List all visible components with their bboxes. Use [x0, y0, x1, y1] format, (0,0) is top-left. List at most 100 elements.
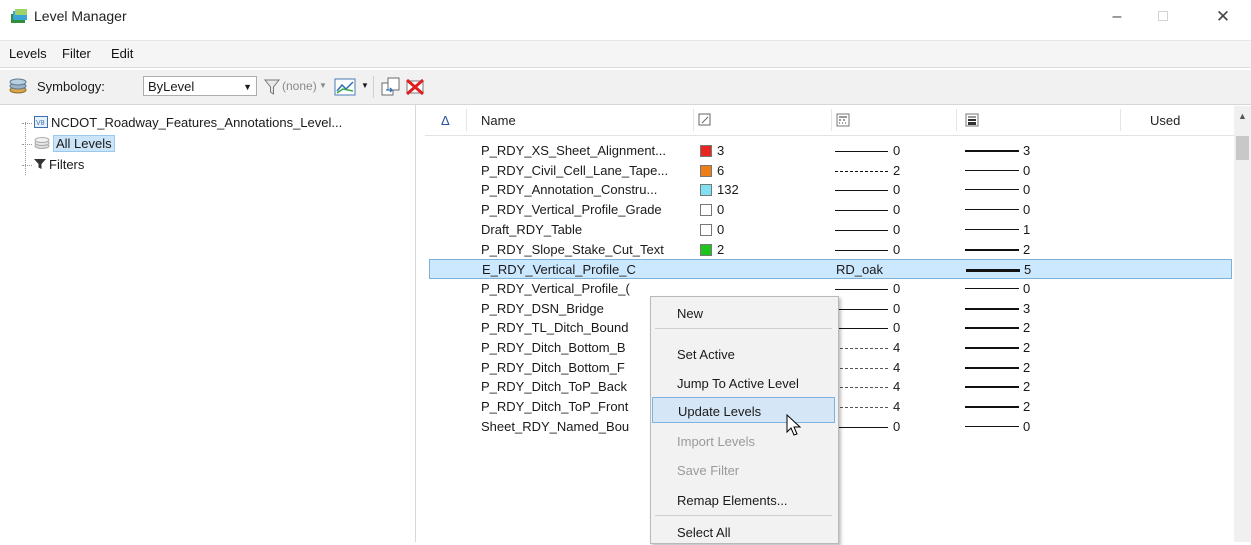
menu-item-label: Save Filter — [677, 463, 740, 478]
menu-item-label: Remap Elements... — [677, 493, 788, 508]
menu-item-label: Update Levels — [678, 404, 762, 419]
symbology-label: Symbology: — [37, 79, 105, 94]
delete-levels-icon[interactable] — [404, 77, 426, 97]
toolbar: Symbology: ByLevel ▼ (none) ▼ ▼ — [0, 70, 1251, 105]
minimize-button[interactable]: – — [1095, 4, 1139, 30]
line-style-value: 0 — [893, 143, 901, 158]
line-style-value: 2 — [893, 162, 901, 178]
table-row[interactable]: Draft_RDY_Table 0 0 1 — [425, 220, 1235, 240]
menu-item-new[interactable]: New — [652, 300, 835, 326]
color-number: 2 — [717, 241, 725, 257]
mouse-cursor-icon — [786, 414, 802, 436]
menu-edit[interactable]: Edit — [111, 46, 133, 61]
line-style-value: 0 — [893, 221, 901, 237]
column-used[interactable]: Used — [1150, 113, 1180, 128]
menu-item-select-all[interactable]: Select All — [652, 519, 835, 545]
menu-item-remap-elements[interactable]: Remap Elements... — [652, 487, 835, 513]
tree-item-filters[interactable]: Filters — [22, 155, 84, 175]
attributes-icon[interactable] — [334, 77, 356, 97]
menu-item-set-active[interactable]: Set Active — [652, 341, 835, 367]
level-tree-pane: V8 NCDOT_Roadway_Features_Annotations_Lev… — [0, 105, 416, 542]
update-levels-icon[interactable] — [381, 77, 401, 97]
menu-item-jump-to-active-level[interactable]: Jump To Active Level — [652, 370, 835, 396]
tree-branch-line — [22, 144, 32, 146]
table-row[interactable]: P_RDY_Slope_Stake_Cut_Text 2 0 2 — [425, 240, 1235, 260]
menu-separator — [655, 515, 832, 516]
all-levels-icon — [34, 137, 50, 149]
level-name: Sheet_RDY_Named_Bou — [481, 418, 630, 434]
line-style-value: 0 — [893, 241, 901, 257]
toolbar-separator — [373, 76, 374, 98]
line-style-sample — [835, 288, 888, 290]
line-weight-sample — [966, 269, 1020, 273]
line-weight-column-icon[interactable] — [965, 113, 979, 127]
line-style-sample — [835, 407, 888, 409]
level-name: P_RDY_Ditch_ToP_Front — [481, 399, 629, 415]
tree-root[interactable]: V8 NCDOT_Roadway_Features_Annotations_Lev… — [22, 113, 342, 133]
line-style-sample — [835, 328, 888, 330]
line-weight-sample — [965, 228, 1019, 230]
attributes-chevron-down-icon[interactable]: ▼ — [361, 81, 369, 90]
color-swatch — [700, 223, 712, 236]
line-style-sample — [835, 210, 888, 212]
tree-item-label: All Levels — [53, 135, 115, 152]
menu-item-import-levels[interactable]: Import Levels — [652, 428, 835, 454]
line-weight-sample — [965, 287, 1019, 289]
line-weight-sample — [965, 425, 1019, 427]
filter-icon[interactable] — [264, 78, 280, 96]
vertical-scrollbar[interactable]: ▲ — [1234, 106, 1251, 542]
scroll-thumb[interactable] — [1236, 136, 1249, 160]
line-weight-sample — [965, 386, 1019, 389]
table-row[interactable]: P_RDY_Vertical_Profile_Grade 0 0 0 — [425, 200, 1235, 220]
column-name[interactable]: Name — [481, 113, 516, 128]
line-weight-sample — [965, 347, 1019, 349]
line-weight-value: 5 — [1024, 262, 1032, 278]
color-swatch — [700, 204, 712, 217]
level-color: 132 — [700, 182, 739, 197]
level-color: 6 — [700, 163, 724, 178]
line-weight-value: 0 — [1023, 418, 1031, 434]
menu-item-label: Select All — [677, 525, 731, 540]
line-style-value: 4 — [893, 399, 901, 415]
level-color: 0 — [700, 202, 724, 217]
close-button[interactable]: ✕ — [1201, 4, 1245, 30]
line-style-value: 4 — [893, 359, 901, 375]
line-style-sample — [835, 308, 888, 310]
line-weight-value: 0 — [1023, 202, 1031, 218]
line-weight-sample — [965, 327, 1019, 330]
chevron-down-icon: ▼ — [243, 82, 252, 92]
symbology-dropdown[interactable]: ByLevel ▼ — [143, 76, 257, 96]
menu-filter[interactable]: Filter — [62, 46, 91, 61]
color-number: 0 — [717, 202, 725, 218]
color-swatch — [700, 145, 712, 157]
menu-item-update-levels[interactable]: Update Levels — [652, 397, 835, 423]
menu-item-save-filter[interactable]: Save Filter — [652, 457, 835, 483]
color-column-icon[interactable] — [698, 113, 712, 127]
line-weight-sample — [965, 189, 1019, 191]
table-row[interactable]: P_RDY_Civil_Cell_Lane_Tape... 6 2 0 — [425, 161, 1235, 181]
line-style-sample — [835, 426, 888, 428]
line-style-sample — [835, 229, 888, 231]
level-display-icon[interactable] — [8, 78, 28, 96]
level-name: P_RDY_DSN_Bridge — [481, 300, 604, 316]
sort-indicator-icon[interactable]: Δ — [441, 113, 450, 128]
filter-value[interactable]: (none) — [282, 79, 317, 93]
level-name: P_RDY_XS_Sheet_Alignment... — [481, 143, 666, 158]
line-style-column-icon[interactable] — [836, 113, 850, 127]
line-style-value: 0 — [893, 182, 901, 198]
table-row[interactable]: P_RDY_Annotation_Constru... 132 0 0 — [425, 180, 1235, 200]
filter-chevron-down-icon[interactable]: ▼ — [319, 81, 327, 90]
line-weight-value: 1 — [1023, 221, 1031, 237]
line-weight-value: 3 — [1023, 143, 1031, 158]
line-weight-sample — [965, 406, 1019, 409]
tree-branch-line — [22, 123, 32, 125]
scroll-up-icon[interactable]: ▲ — [1238, 111, 1247, 121]
level-name: P_RDY_Vertical_Profile_( — [481, 280, 630, 296]
menu-item-label: Set Active — [677, 347, 735, 362]
level-name: E_RDY_Vertical_Profile_C — [482, 262, 636, 278]
table-row[interactable]: P_RDY_XS_Sheet_Alignment... 3 0 3 — [425, 141, 1235, 161]
maximize-button[interactable]: □ — [1141, 4, 1185, 30]
table-row[interactable]: E_RDY_Vertical_Profile_C RD_oak 5 — [429, 259, 1232, 280]
tree-item-all-levels[interactable]: All Levels — [22, 134, 115, 154]
menu-levels[interactable]: Levels — [9, 46, 47, 61]
